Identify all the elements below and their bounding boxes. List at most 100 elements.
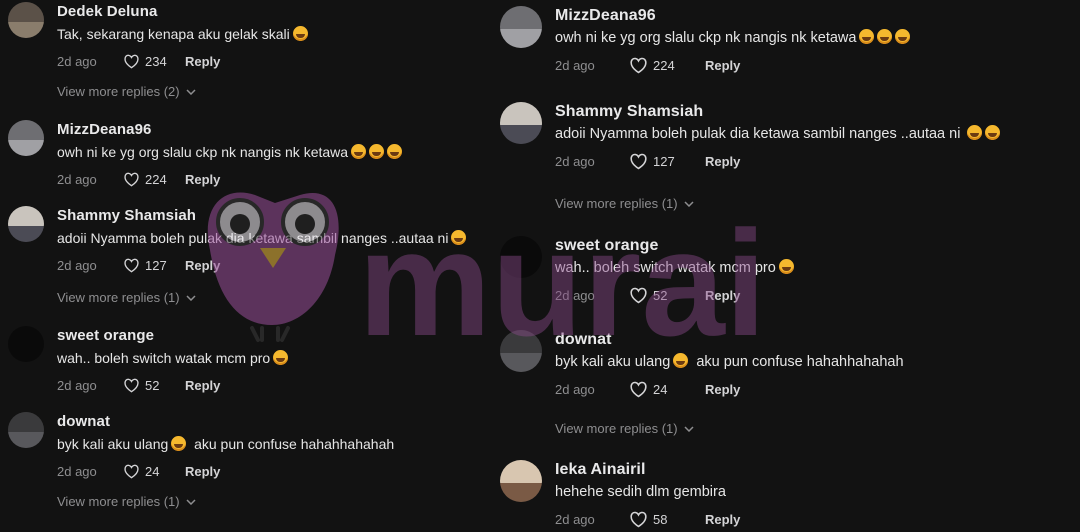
comment-meta: 2d ago 224 Reply [555,56,910,74]
comment-username[interactable]: downat [555,330,904,350]
like-count: 127 [653,153,675,169]
reply-button[interactable]: Reply [705,154,740,169]
view-more-replies-label[interactable]: View more replies (1) [57,494,180,509]
comment-time: 2d ago [555,381,595,397]
comment-username[interactable]: Shammy Shamsiah [57,206,466,226]
like-button[interactable]: 127 [629,153,703,170]
comment-text: owh ni ke yg org slalu ckp nk nangis nk … [555,28,911,48]
comment-meta: 2d ago 58 Reply [555,510,740,528]
avatar[interactable] [500,330,542,372]
heart-icon[interactable] [629,511,648,528]
like-button[interactable]: 224 [629,57,703,74]
chevron-down-icon[interactable] [186,294,196,301]
view-more-replies[interactable]: View more replies (1) [555,421,694,436]
view-more-replies[interactable]: View more replies (2) [57,84,196,99]
comment-time: 2d ago [555,511,595,527]
view-more-replies-label[interactable]: View more replies (2) [57,84,180,99]
avatar[interactable] [8,206,44,242]
comment-time: 2d ago [555,153,595,169]
like-button[interactable]: 52 [629,287,703,304]
chevron-down-icon[interactable] [186,88,196,95]
comment-meta: 2d ago 24 Reply [555,380,904,398]
comment-username[interactable]: Dedek Deluna [57,2,308,22]
chevron-down-icon[interactable] [186,498,196,505]
like-count: 52 [653,287,668,303]
view-more-replies[interactable]: View more replies (1) [555,196,694,211]
heart-icon[interactable] [123,258,140,273]
like-count: 24 [653,381,668,397]
comment-meta: 2d ago 127 Reply [555,152,1000,170]
like-button[interactable]: 52 [123,378,183,393]
rofl-emoji-icon [778,259,794,274]
comment-time: 2d ago [57,463,97,479]
chevron-down-icon[interactable] [684,425,694,432]
grin-emoji-icon [292,26,308,41]
avatar[interactable] [8,2,44,38]
comment-text: Tak, sekarang kenapa aku gelak skali [57,24,308,44]
avatar[interactable] [500,236,542,278]
like-button[interactable]: 24 [123,464,183,479]
heart-icon[interactable] [629,381,648,398]
reply-button[interactable]: Reply [185,258,220,273]
view-more-replies[interactable]: View more replies (1) [57,290,196,305]
reply-button[interactable]: Reply [705,512,740,527]
rofl-emoji-icon [369,144,385,159]
avatar[interactable] [8,120,44,156]
comment-meta: 2d ago 52 Reply [555,286,794,304]
comment-time: 2d ago [57,257,97,273]
like-button[interactable]: 24 [629,381,703,398]
comment-username[interactable]: sweet orange [57,326,288,346]
like-button[interactable]: 224 [123,172,183,187]
comment-username[interactable]: Shammy Shamsiah [555,102,1000,122]
reply-button[interactable]: Reply [705,382,740,397]
avatar[interactable] [8,412,44,448]
reply-button[interactable]: Reply [185,54,220,69]
comment-text-continuation: aku pun confuse hahahhahahah [696,354,904,370]
heart-icon[interactable] [123,378,140,393]
heart-icon[interactable] [123,172,140,187]
comment-text-continuation: aku pun confuse hahahhahahah [194,436,395,452]
rofl-emoji-icon [387,144,403,159]
comment-username[interactable]: downat [57,412,394,432]
joy-emoji-icon [673,353,689,368]
like-button[interactable]: 127 [123,258,183,273]
comment-username[interactable]: MizzDeana96 [555,6,910,26]
reply-button[interactable]: Reply [185,378,220,393]
view-more-replies-label[interactable]: View more replies (1) [555,421,678,436]
view-more-replies-label[interactable]: View more replies (1) [555,196,678,211]
reply-button[interactable]: Reply [705,288,740,303]
avatar[interactable] [500,102,542,144]
heart-icon[interactable] [629,153,648,170]
comment-text: hehehe sedih dlm gembira [555,484,726,500]
comment-meta: 2d ago 127 Reply [57,256,466,274]
comment-time: 2d ago [555,57,595,73]
comment-text-content: wah.. boleh switch watak mcm pro [57,350,271,366]
reply-button[interactable]: Reply [185,172,220,187]
comment-username[interactable]: Ieka Ainairil [555,460,740,480]
avatar[interactable] [8,326,44,362]
like-button[interactable]: 58 [629,511,703,528]
comment-text: wah.. boleh switch watak mcm pro [555,258,794,278]
avatar[interactable] [500,460,542,502]
comment-username[interactable]: sweet orange [555,236,794,256]
heart-icon[interactable] [629,57,648,74]
comment-meta: 2d ago 234 Reply [57,52,308,70]
heart-icon[interactable] [123,54,140,69]
like-count: 58 [653,511,668,527]
view-more-replies[interactable]: View more replies (1) [57,494,196,509]
chevron-down-icon[interactable] [684,200,694,207]
comment-text-content: byk kali aku ulang [57,436,169,452]
reply-button[interactable]: Reply [185,464,220,479]
comment-time: 2d ago [57,53,97,69]
view-more-replies-label[interactable]: View more replies (1) [57,290,180,305]
comment-username[interactable]: MizzDeana96 [57,120,402,140]
avatar[interactable] [500,6,542,48]
rofl-emoji-icon [895,29,911,44]
heart-icon[interactable] [123,464,140,479]
reply-button[interactable]: Reply [705,58,740,73]
like-button[interactable]: 234 [123,54,183,69]
like-count: 127 [145,257,167,273]
comment-text: adoii Nyamma boleh pulak dia ketawa samb… [555,124,1001,144]
comment-meta: 2d ago 224 Reply [57,170,402,188]
heart-icon[interactable] [629,287,648,304]
